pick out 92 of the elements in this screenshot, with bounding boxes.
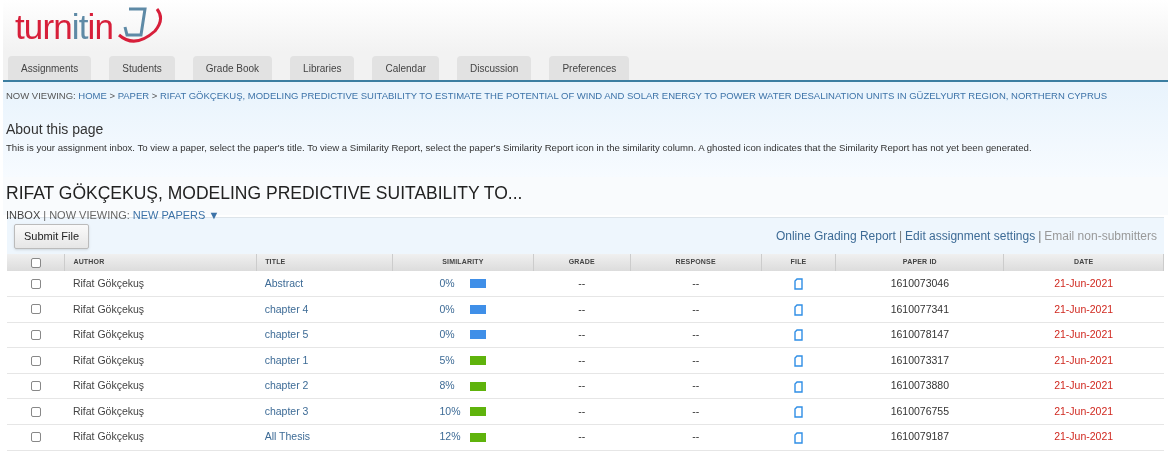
- toolbar-link[interactable]: Online Grading Report: [775, 227, 896, 245]
- table-cell: Rifat Gökçekuş: [72, 404, 145, 417]
- about-text: This is your assignment inbox. To view a paper, select the paper's title. To view a Similarity Report, select the paper's Similarity Report icon in the similarity column. A ghosted icon indicates that the Similarity Report has not yet been generated.: [6, 141, 1033, 156]
- table-cell: 1610076755: [890, 404, 950, 417]
- nav-tab[interactable]: Grade Book: [192, 56, 273, 80]
- table-cell: --: [578, 353, 586, 366]
- table-cell: --: [692, 430, 700, 443]
- disabled-link: Email non-submitters: [1044, 228, 1157, 245]
- checkbox[interactable]: [30, 381, 41, 392]
- table-cell: 1610073317: [890, 353, 950, 366]
- checkbox[interactable]: [30, 330, 41, 340]
- table-cell: 1610078147: [890, 328, 950, 341]
- table-cell: 21-Jun-2021: [1054, 302, 1114, 315]
- similarity-bar[interactable]: [470, 330, 487, 340]
- nav-tab[interactable]: Calendar: [372, 56, 440, 80]
- similarity-score[interactable]: 5%: [439, 352, 463, 369]
- nav-tab[interactable]: Assignments: [8, 56, 92, 80]
- table-cell: --: [578, 302, 586, 315]
- about-heading: About this page: [6, 120, 105, 140]
- table-cell: 21-Jun-2021: [1054, 404, 1114, 417]
- assignment-title: RIFAT GÖKÇEKUŞ, MODELING PREDICTIVE SUITABILITY TO...: [6, 182, 524, 205]
- table-cell: 1610079187: [890, 430, 950, 443]
- toolbar-link[interactable]: Edit assignment settings: [905, 227, 1036, 245]
- nav-tab[interactable]: Libraries: [290, 56, 355, 80]
- checkbox[interactable]: [30, 406, 41, 417]
- table-cell: 1610073046: [890, 276, 950, 289]
- similarity-score[interactable]: 10%: [439, 403, 463, 420]
- inbox-label: INBOX: [6, 208, 41, 224]
- table-cell: 21-Jun-2021: [1054, 379, 1114, 392]
- table-cell: Rifat Gökçekuş: [72, 353, 145, 366]
- link-separator: |: [1038, 228, 1042, 245]
- similarity-score[interactable]: 0%: [439, 275, 463, 292]
- table-cell: Rifat Gökçekuş: [72, 302, 145, 315]
- submit-file-button[interactable]: Submit File: [14, 223, 90, 249]
- table-cell: --: [692, 302, 700, 315]
- checkbox[interactable]: [30, 257, 41, 268]
- table-cell: 21-Jun-2021: [1054, 430, 1114, 443]
- nav-tab[interactable]: Students: [109, 56, 175, 80]
- table-cell: --: [578, 328, 586, 341]
- checkbox[interactable]: [30, 355, 41, 366]
- nav-tab[interactable]: Discussion: [457, 56, 532, 80]
- file-icon[interactable]: [794, 329, 803, 342]
- table-cell: --: [692, 379, 700, 392]
- table-cell: Rifat Gökçekuş: [72, 379, 145, 392]
- table-cell: 21-Jun-2021: [1054, 328, 1114, 341]
- new-papers-dropdown[interactable]: NEW PAPERS ▼: [132, 207, 220, 224]
- paper-title-link[interactable]: chapter 1: [264, 353, 309, 366]
- checkbox[interactable]: [30, 304, 41, 315]
- similarity-bar[interactable]: [470, 381, 487, 391]
- table-cell: Rifat Gökçekuş: [72, 328, 145, 341]
- similarity-bar[interactable]: [470, 432, 487, 442]
- similarity-score[interactable]: 12%: [439, 429, 463, 446]
- similarity-bar[interactable]: [470, 356, 487, 366]
- file-icon[interactable]: [794, 431, 803, 444]
- similarity-bar[interactable]: [470, 407, 487, 417]
- file-icon[interactable]: [794, 354, 803, 367]
- similarity-score[interactable]: 0%: [439, 301, 463, 318]
- table-cell: 1610077341: [890, 302, 950, 315]
- checkbox[interactable]: [30, 432, 41, 443]
- table-cell: --: [578, 404, 586, 417]
- table-cell: --: [692, 353, 700, 366]
- similarity-score[interactable]: 8%: [439, 378, 463, 395]
- paper-title-link[interactable]: Abstract: [264, 276, 304, 289]
- table-cell: 1610073880: [890, 379, 950, 392]
- table-cell: --: [578, 430, 586, 443]
- table-cell: --: [692, 404, 700, 417]
- paper-title-link[interactable]: chapter 4: [264, 302, 309, 315]
- file-icon[interactable]: [794, 406, 803, 419]
- breadcrumb: NOW VIEWING: HOME > PAPER > RIFAT GÖKÇEKUŞ, MODELING PREDICTIVE SUITABILITY TO ESTIMATE THE POTENTIAL OF WIND AND SOLAR ENERGY TO POWER WATER DESALINATION UNITS IN GÜZELYURT REGION, NORTHERN CYPRUS: [6, 89, 1108, 103]
- table-cell: Rifat Gökçekuş: [72, 430, 145, 443]
- now-viewing-label: | NOW VIEWING:: [43, 208, 130, 224]
- file-icon[interactable]: [794, 380, 803, 393]
- nav-tab[interactable]: Preferences: [549, 56, 630, 80]
- similarity-bar[interactable]: [470, 304, 487, 314]
- checkbox[interactable]: [30, 278, 41, 289]
- table-cell: Rifat Gökçekuş: [72, 276, 145, 289]
- table-cell: --: [692, 328, 700, 341]
- file-icon[interactable]: [794, 277, 803, 290]
- table-cell: 21-Jun-2021: [1054, 276, 1114, 289]
- table-cell: --: [578, 276, 586, 289]
- table-cell: 21-Jun-2021: [1054, 353, 1114, 366]
- paper-title-link[interactable]: chapter 5: [264, 328, 309, 341]
- paper-title-link[interactable]: All Thesis: [264, 430, 310, 443]
- file-icon[interactable]: [794, 303, 803, 316]
- paper-title-link[interactable]: chapter 2: [264, 379, 309, 392]
- paper-title-link[interactable]: chapter 3: [264, 404, 309, 417]
- table-cell: --: [578, 379, 586, 392]
- table-cell: --: [692, 276, 700, 289]
- similarity-score[interactable]: 0%: [439, 327, 463, 343]
- link-separator: |: [898, 228, 903, 245]
- turnitin-logo: turnitin: [15, 8, 114, 44]
- similarity-bar[interactable]: [470, 279, 487, 289]
